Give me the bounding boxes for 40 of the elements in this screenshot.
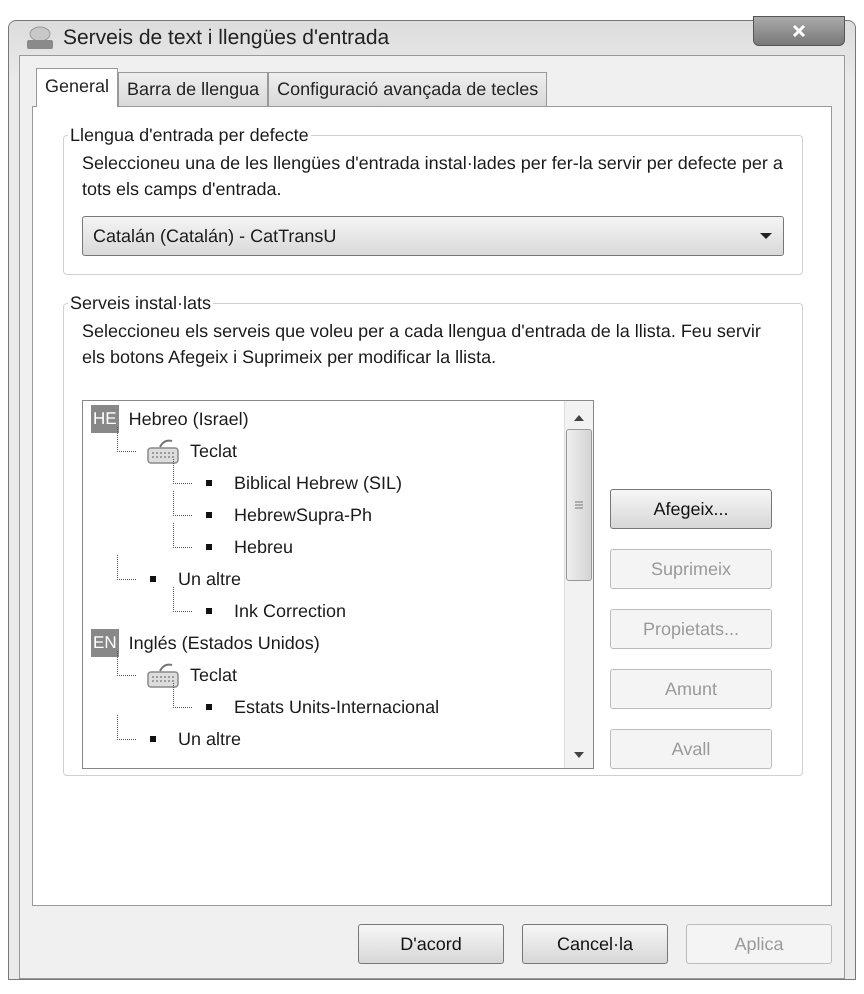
tree-item[interactable]: Hebreo (Israel): [128, 408, 249, 430]
tree-item[interactable]: Ink Correction: [234, 600, 346, 622]
bullet-icon: [150, 576, 156, 582]
bullet-icon: [206, 608, 212, 614]
tree-item[interactable]: HebrewSupra-Ph: [234, 504, 372, 526]
dropdown-caret-icon: [759, 232, 773, 240]
bullet-icon: [206, 544, 212, 550]
bullet-icon: [206, 512, 212, 518]
tree-item[interactable]: Teclat: [190, 440, 238, 462]
bullet-icon: [150, 736, 156, 742]
tab[interactable]: General: [36, 68, 118, 107]
group-legend: Llengua d'entrada per defecte: [68, 125, 311, 146]
scroll-thumb[interactable]: [566, 429, 592, 581]
tree-item[interactable]: Inglés (Estados Unidos): [128, 632, 320, 654]
scroll-up-icon[interactable]: [574, 415, 584, 421]
tree-item[interactable]: Biblical Hebrew (SIL): [234, 472, 402, 494]
description-text: Seleccioneu una de les llengües d'entrada instal·lades per fer-la servir per defecte per a tots els camps d'entrada.: [82, 152, 784, 201]
description-text: Seleccioneu els serveis que voleu per a cada llengua d'entrada de la llista. Feu servir els botons Afegeix i Suprimeix per modificar la llista.: [82, 320, 762, 369]
grip-icon: [574, 500, 584, 510]
tree-item[interactable]: Estats Units-Internacional: [234, 696, 440, 718]
service-button[interactable]: Afegeix...: [610, 489, 772, 529]
dialog-button[interactable]: Cancel·la: [522, 924, 668, 964]
language-dropdown[interactable]: Catalán (Catalán) - CatTransU: [82, 216, 784, 256]
close-icon: [791, 24, 807, 38]
window-title: Serveis de text i llengües d'entrada: [63, 26, 390, 50]
group-legend: Serveis instal·lats: [68, 293, 214, 314]
close-button[interactable]: [753, 16, 845, 46]
scrollbar[interactable]: [564, 401, 593, 768]
dialog-button[interactable]: D'acord: [358, 924, 504, 964]
language-badge: HE: [91, 405, 119, 433]
tree-item[interactable]: Hebreu: [234, 536, 294, 558]
scroll-down-icon[interactable]: [574, 752, 584, 758]
language-badge: EN: [91, 629, 119, 657]
tree-item[interactable]: Un altre: [178, 568, 242, 590]
tree-item[interactable]: Teclat: [190, 664, 238, 686]
bullet-icon: [206, 704, 212, 710]
tree-item[interactable]: Un altre: [178, 728, 242, 750]
tab[interactable]: Barra de llengua: [118, 72, 268, 106]
tab[interactable]: Configuració avançada de tecles: [268, 72, 548, 106]
bullet-icon: [206, 480, 212, 486]
